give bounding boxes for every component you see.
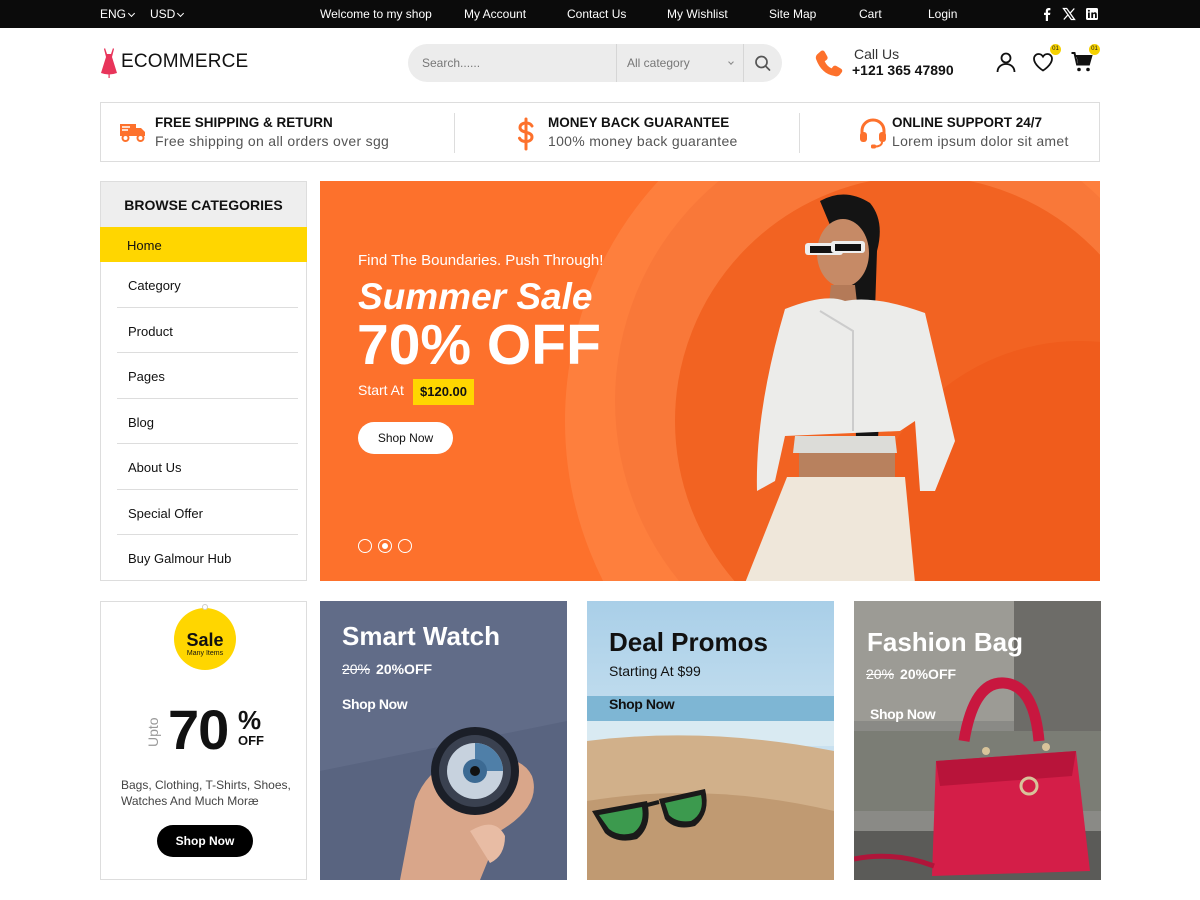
card-shop-now-link[interactable]: Shop Now	[870, 706, 936, 722]
divider	[799, 113, 800, 153]
sale-box: Sale Many Items Upto 70 % OFF Bags, Clot…	[100, 601, 307, 880]
wishlist-count-badge: 01	[1050, 44, 1061, 55]
login-link[interactable]: Login	[928, 7, 957, 21]
cart-button[interactable]: 01	[1070, 44, 1100, 74]
promo-card-deal-promos[interactable]: Deal Promos Starting At $99 Shop Now	[587, 601, 834, 880]
card-offer-text: 20%OFF	[376, 661, 433, 677]
wishlist-button[interactable]: 01	[1031, 44, 1061, 74]
card-shop-now-link[interactable]: Shop Now	[609, 696, 675, 712]
my-wishlist-link[interactable]: My Wishlist	[667, 7, 728, 21]
banner-price: $120.00	[413, 379, 474, 405]
truck-icon	[120, 124, 145, 142]
headset-icon	[860, 118, 886, 149]
card-old-price: 20%	[866, 666, 895, 682]
sale-tag: Sale Many Items	[174, 604, 236, 670]
sale-tag-subtitle: Many Items	[186, 650, 224, 657]
feature-text: 100% money back guarantee	[548, 133, 738, 149]
banner-discount: 70% OFF	[357, 313, 601, 377]
card-offer: 20% 20%OFF	[866, 666, 956, 682]
sidebar-item-blog[interactable]: Blog	[117, 399, 298, 444]
phone-icon	[815, 50, 843, 77]
sidebar-item-category[interactable]: Category	[117, 262, 298, 308]
sidebar-item-home[interactable]: Home	[100, 227, 307, 262]
promo-card-fashion-bag[interactable]: Fashion Bag 20% 20%OFF Shop Now	[854, 601, 1101, 880]
sidebar-heading: BROWSE CATEGORIES	[101, 182, 306, 227]
categories-sidebar: BROWSE CATEGORIES Home Category Product …	[100, 181, 307, 581]
features-strip: FREE SHIPPING & RETURN Free shipping on …	[100, 102, 1100, 162]
top-bar: ENG USD Welcome to my shop My Account Co…	[0, 0, 1200, 28]
category-select-label: All category	[627, 56, 690, 70]
card-title: Smart Watch	[342, 621, 500, 651]
language-selector[interactable]: ENG	[100, 7, 136, 21]
chevron-down-icon	[728, 59, 734, 65]
divider	[454, 113, 455, 153]
tag-hole	[202, 604, 208, 610]
hero-banner: Find The Boundaries. Push Through! Summe…	[320, 181, 1100, 581]
facebook-icon[interactable]	[1040, 7, 1054, 21]
banner-subtitle: Find The Boundaries. Push Through!	[358, 252, 604, 269]
main-header: ECOMMERCE All category Call Us +121 365 …	[0, 28, 1200, 100]
linkedin-icon[interactable]	[1085, 7, 1099, 21]
card-title: Deal Promos	[609, 627, 768, 657]
search-icon	[755, 55, 771, 71]
phone-number: +121 365 47890	[852, 62, 954, 78]
cart-link[interactable]: Cart	[859, 7, 882, 21]
slider-dot-1[interactable]	[358, 539, 372, 553]
sale-shop-now-button[interactable]: Shop Now	[157, 825, 253, 857]
sidebar-item-buy-galmour-hub[interactable]: Buy Galmour Hub	[117, 535, 298, 581]
sale-percent: %	[238, 705, 262, 735]
welcome-text: Welcome to my shop	[320, 7, 432, 21]
sale-off-label: OFF	[238, 733, 264, 748]
card-old-price: 20%	[342, 661, 371, 677]
promo-card-smart-watch[interactable]: Smart Watch 20% 20%OFF Shop Now	[320, 601, 567, 880]
my-account-link[interactable]: My Account	[464, 7, 526, 21]
site-map-link[interactable]: Site Map	[769, 7, 816, 21]
x-icon[interactable]	[1062, 7, 1076, 21]
card-title: Fashion Bag	[867, 627, 1024, 657]
search-bar: All category	[408, 44, 782, 82]
sidebar-item-pages[interactable]: Pages	[117, 353, 298, 399]
sidebar-item-special-offer[interactable]: Special Offer	[117, 490, 298, 535]
feature-title: MONEY BACK GUARANTEE	[548, 115, 730, 130]
user-icon	[996, 52, 1016, 73]
sidebar-item-about-us[interactable]: About Us	[117, 444, 298, 490]
category-select[interactable]: All category	[616, 44, 744, 82]
feature-title: FREE SHIPPING & RETURN	[155, 115, 333, 130]
sidebar-item-product[interactable]: Product	[117, 308, 298, 353]
model-image	[745, 194, 955, 581]
search-input[interactable]	[408, 44, 616, 82]
search-button[interactable]	[744, 44, 782, 82]
call-us-label: Call Us	[854, 46, 900, 62]
card-offer-text: Starting At $99	[609, 663, 701, 679]
chevron-down-icon	[177, 9, 185, 18]
card-offer: 20% 20%OFF	[342, 661, 432, 677]
banner-shop-now-button[interactable]: Shop Now	[358, 422, 453, 454]
logo-text: ECOMMERCE	[121, 51, 249, 72]
upto-label: Upto	[145, 717, 161, 747]
feature-title: ONLINE SUPPORT 24/7	[892, 115, 1043, 130]
slider-dot-2[interactable]	[378, 539, 392, 553]
banner-start-label: Start At	[358, 382, 404, 398]
sale-description: Bags, Clothing, T-Shirts, Shoes, Watches…	[121, 778, 291, 808]
card-shop-now-link[interactable]: Shop Now	[342, 696, 408, 712]
logo[interactable]: ECOMMERCE	[100, 46, 248, 78]
cart-count-badge: 01	[1089, 44, 1100, 55]
card-offer-text: 20%OFF	[900, 666, 957, 682]
dollar-icon	[518, 117, 534, 151]
currency-selector[interactable]: USD	[150, 7, 185, 21]
feature-text: Free shipping on all orders over sgg	[155, 133, 390, 149]
sale-tag-title: Sale	[186, 630, 224, 650]
feature-text: Lorem ipsum dolor sit amet	[892, 133, 1069, 149]
contact-us-link[interactable]: Contact Us	[567, 7, 626, 21]
dress-icon	[101, 48, 117, 78]
chevron-down-icon	[127, 9, 136, 18]
sale-number: 70	[168, 698, 229, 761]
account-button[interactable]	[994, 50, 1018, 74]
slider-dot-3[interactable]	[398, 539, 412, 553]
